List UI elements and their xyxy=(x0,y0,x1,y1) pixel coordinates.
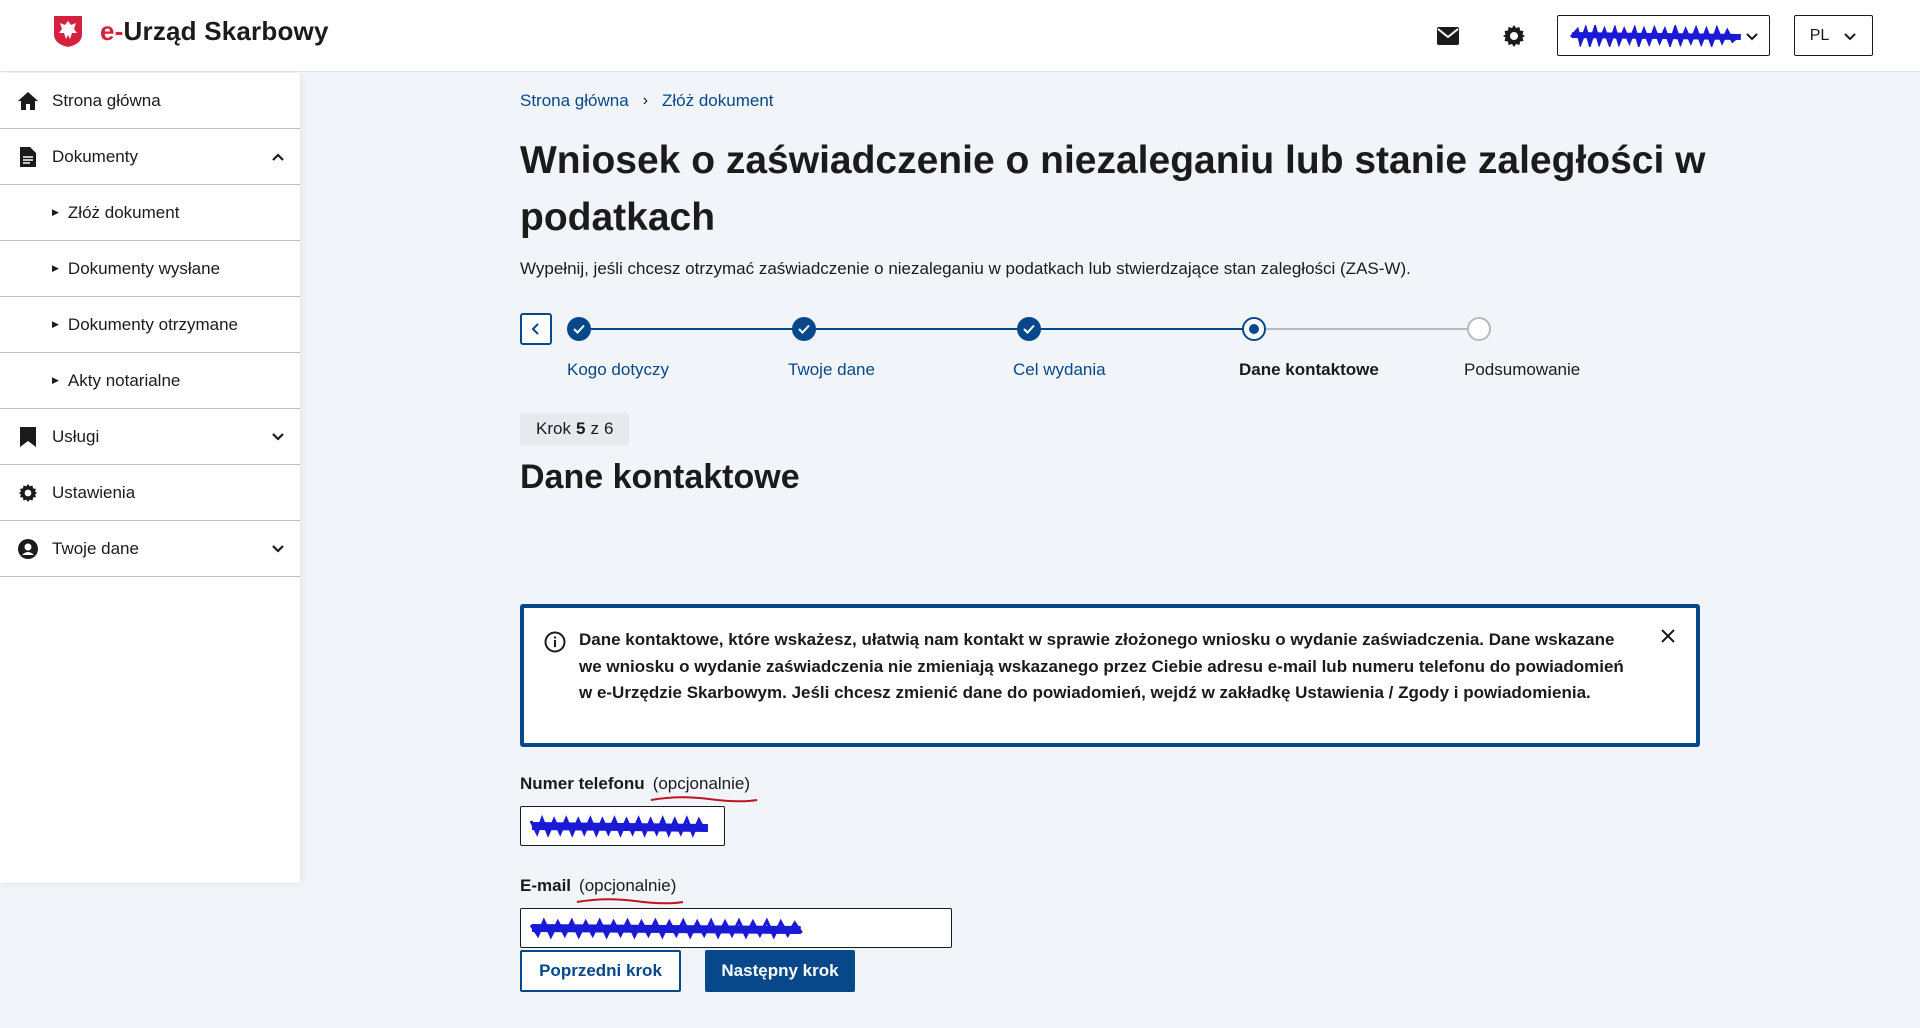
sidebar-item-documents[interactable]: Dokumenty xyxy=(0,129,300,185)
chevron-down-icon xyxy=(1746,32,1758,40)
checkmark-icon xyxy=(573,324,585,334)
sidebar-item-sent-documents[interactable]: ▶ Dokumenty wysłane xyxy=(0,241,300,297)
gear-icon xyxy=(18,483,38,503)
redacted-email-value xyxy=(529,917,803,940)
chevron-left-icon xyxy=(531,323,539,335)
language-selector[interactable]: PL xyxy=(1794,15,1873,56)
app-title-prefix: e- xyxy=(100,15,124,46)
step-connector xyxy=(579,328,804,330)
home-icon xyxy=(18,91,38,111)
optional-marker: (opcjonalnie) xyxy=(576,876,684,905)
app-title: e-Urząd Skarbowy xyxy=(100,16,329,47)
email-field-label: E-mail (opcjonalnie) xyxy=(520,876,684,905)
checkmark-icon xyxy=(798,324,810,334)
step-counter-total: 6 xyxy=(603,419,614,438)
phone-input[interactable] xyxy=(520,806,725,846)
sidebar-item-label: Dokumenty xyxy=(52,146,138,166)
user-icon xyxy=(18,538,38,559)
next-step-button[interactable]: Następny krok xyxy=(705,950,855,992)
eagle-emblem-icon xyxy=(54,16,82,47)
chevron-down-icon xyxy=(272,545,284,553)
email-input[interactable] xyxy=(520,908,952,948)
phone-label-text: Numer telefonu xyxy=(520,774,645,793)
step-done-marker[interactable] xyxy=(567,317,591,341)
step-connector xyxy=(1254,328,1479,330)
sidebar-item-your-data[interactable]: Twoje dane xyxy=(0,521,300,577)
sidebar-item-services[interactable]: Usługi xyxy=(0,409,300,465)
info-alert: Dane kontaktowe, które wskażesz, ułatwią… xyxy=(520,604,1700,747)
account-selector[interactable] xyxy=(1557,15,1770,56)
sidebar-item-label: Dokumenty otrzymane xyxy=(67,314,238,334)
language-value: PL xyxy=(1809,26,1830,44)
phone-field-label: Numer telefonu (opcjonalnie) xyxy=(520,774,757,803)
section-title: Dane kontaktowe xyxy=(520,458,800,496)
chevron-up-icon xyxy=(272,153,284,161)
step-done-marker[interactable] xyxy=(1017,317,1041,341)
bullet-triangle-icon: ▶ xyxy=(52,375,59,385)
previous-step-button[interactable]: Poprzedni krok xyxy=(520,950,681,992)
sidebar-item-label: Strona główna xyxy=(52,90,161,110)
sidebar-item-notarial-deeds[interactable]: ▶ Akty notarialne xyxy=(0,353,300,409)
red-underline-annotation xyxy=(576,898,684,905)
breadcrumb-current-link[interactable]: Złóż dokument xyxy=(662,91,774,111)
optional-text: (opcjonalnie) xyxy=(579,876,677,895)
step-connector xyxy=(1029,328,1254,330)
document-icon xyxy=(18,146,38,167)
sidebar-item-label: Akty notarialne xyxy=(67,370,181,390)
step-counter-separator: z xyxy=(590,419,599,438)
info-icon xyxy=(544,631,566,653)
red-underline-annotation xyxy=(650,796,757,803)
chevron-down-icon xyxy=(1844,32,1856,40)
chevron-right-icon: › xyxy=(642,92,649,109)
redacted-phone-value xyxy=(529,814,708,838)
step-label-your-data[interactable]: Twoje dane xyxy=(788,360,875,380)
info-alert-text: Dane kontaktowe, które wskażesz, ułatwią… xyxy=(579,630,1624,702)
step-done-marker[interactable] xyxy=(792,317,816,341)
step-label-purpose[interactable]: Cel wydania xyxy=(1013,360,1106,380)
gear-icon[interactable] xyxy=(1500,22,1528,50)
redacted-account-name xyxy=(1569,24,1741,47)
sidebar-item-label: Usługi xyxy=(52,426,100,446)
app-logo[interactable]: e-Urząd Skarbowy xyxy=(52,14,329,48)
bullet-triangle-icon: ▶ xyxy=(52,319,59,329)
step-counter-badge: Krok 5 z 6 xyxy=(520,413,630,445)
sidebar-item-label: Ustawienia xyxy=(52,482,136,502)
breadcrumb: Strona główna › Złóż dokument xyxy=(520,91,774,111)
sidebar-item-label: Złóż dokument xyxy=(67,202,180,222)
stepper-back-button[interactable] xyxy=(520,313,552,345)
step-counter-prefix: Krok xyxy=(536,419,571,438)
top-header: e-Urząd Skarbowy PL xyxy=(0,0,1920,72)
bookmark-icon xyxy=(18,426,38,447)
sidebar: Strona główna Dokumenty ▶ Złóż dokument … xyxy=(0,73,300,883)
sidebar-item-home[interactable]: Strona główna xyxy=(0,73,300,129)
sidebar-item-label: Dokumenty wysłane xyxy=(67,258,221,278)
breadcrumb-home-link[interactable]: Strona główna xyxy=(520,91,629,111)
mail-icon[interactable] xyxy=(1434,22,1462,50)
sidebar-item-submit-document[interactable]: ▶ Złóż dokument xyxy=(0,185,300,241)
bullet-triangle-icon: ▶ xyxy=(52,207,59,217)
step-label-contact-data: Dane kontaktowe xyxy=(1239,360,1379,379)
step-counter-current: 5 xyxy=(575,419,586,438)
chevron-down-icon xyxy=(272,433,284,441)
bullet-triangle-icon: ▶ xyxy=(52,263,59,273)
email-label-text: E-mail xyxy=(520,876,572,895)
progress-stepper: Kogo dotyczy Twoje dane Cel wydania Dane… xyxy=(520,312,1620,382)
page-title: Wniosek o zaświadczenie o niezaleganiu l… xyxy=(520,139,1706,239)
sidebar-item-label: Twoje dane xyxy=(52,538,139,558)
sidebar-item-settings[interactable]: Ustawienia xyxy=(0,465,300,521)
optional-text: (opcjonalnie) xyxy=(652,774,751,793)
app-title-name: Urząd Skarbowy xyxy=(123,15,329,46)
page-description: Wypełnij, jeśli chcesz otrzymać zaświadc… xyxy=(520,259,1411,278)
sidebar-item-received-documents[interactable]: ▶ Dokumenty otrzymane xyxy=(0,297,300,353)
optional-marker: (opcjonalnie) xyxy=(650,774,757,803)
step-todo-marker xyxy=(1467,317,1491,341)
checkmark-icon xyxy=(1023,324,1035,334)
step-connector xyxy=(804,328,1029,330)
close-icon[interactable] xyxy=(1658,626,1678,646)
step-current-marker xyxy=(1242,317,1266,341)
step-label-recipient[interactable]: Kogo dotyczy xyxy=(567,360,669,380)
step-label-summary: Podsumowanie xyxy=(1464,360,1581,379)
